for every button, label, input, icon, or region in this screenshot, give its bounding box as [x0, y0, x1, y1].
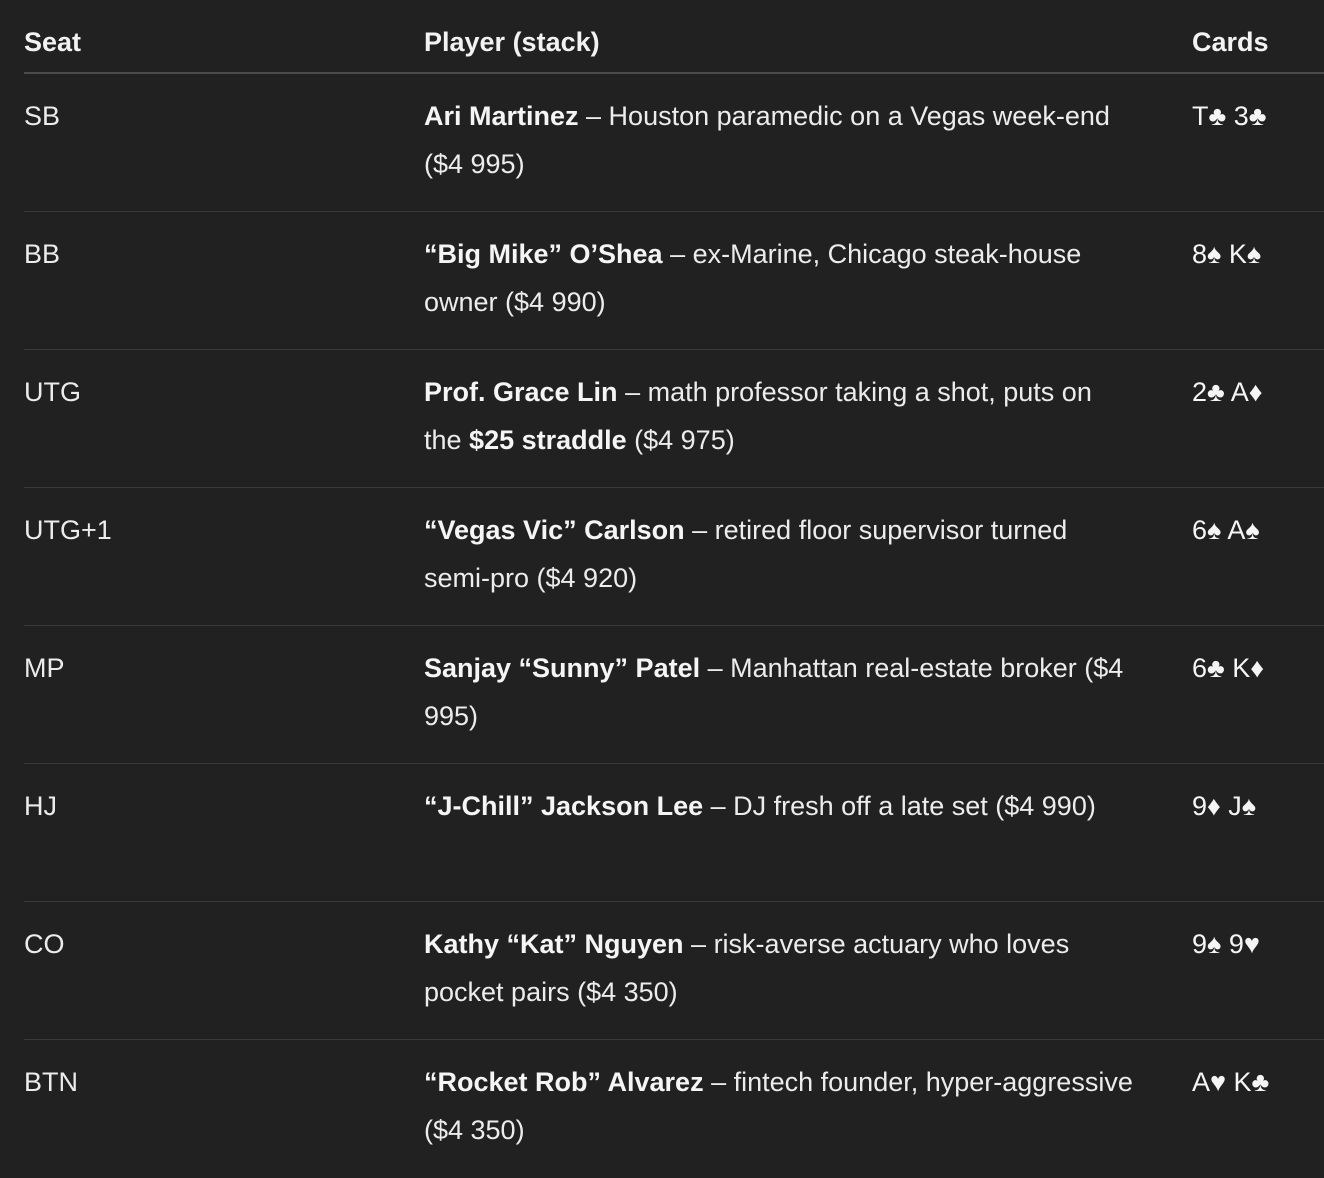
player-name: “J-Chill” Jackson Lee: [424, 791, 704, 821]
player-cell: Ari Martinez – Houston paramedic on a Ve…: [424, 92, 1134, 188]
player-name: “Rocket Rob” Alvarez: [424, 1067, 704, 1097]
player-name: Sanjay “Sunny” Patel: [424, 653, 701, 683]
table-row: UTG+1 “Vegas Vic” Carlson – retired floo…: [24, 488, 1324, 626]
player-cell: “Big Mike” O’Shea – ex-Marine, Chicago s…: [424, 230, 1134, 326]
table-row: HJ “J-Chill” Jackson Lee – DJ fresh off …: [24, 764, 1324, 902]
player-name: “Big Mike” O’Shea: [424, 239, 663, 269]
cards-cell: 6♣ K♦: [1192, 653, 1265, 683]
header-player: Player (stack): [424, 27, 600, 57]
player-cell: “J-Chill” Jackson Lee – DJ fresh off a l…: [424, 782, 1134, 830]
player-name: “Vegas Vic” Carlson: [424, 515, 685, 545]
player-name: Prof. Grace Lin: [424, 377, 618, 407]
table-row: BB “Big Mike” O’Shea – ex-Marine, Chicag…: [24, 212, 1324, 350]
player-name: Ari Martinez: [424, 101, 579, 131]
seat-cell: CO: [24, 929, 65, 959]
cards-cell: 2♣ A♦: [1192, 377, 1263, 407]
table-row: SB Ari Martinez – Houston paramedic on a…: [24, 74, 1324, 212]
player-desc-end: ($4 975): [626, 425, 735, 455]
seat-cell: BTN: [24, 1067, 78, 1097]
seat-cell: HJ: [24, 791, 57, 821]
player-cell: “Rocket Rob” Alvarez – fintech founder, …: [424, 1058, 1134, 1154]
seat-cell: UTG: [24, 377, 81, 407]
table-row: BTN “Rocket Rob” Alvarez – fintech found…: [24, 1040, 1324, 1178]
table-row: CO Kathy “Kat” Nguyen – risk-averse actu…: [24, 902, 1324, 1040]
players-table: Seat Player (stack) Cards SB Ari Martine…: [24, 0, 1324, 1178]
table-header: Seat Player (stack) Cards: [24, 0, 1324, 74]
seat-cell: UTG+1: [24, 515, 112, 545]
cards-cell: 6♠ A♠: [1192, 515, 1260, 545]
seat-cell: BB: [24, 239, 61, 269]
player-cell: Kathy “Kat” Nguyen – risk-averse actuary…: [424, 920, 1134, 1016]
cards-cell: 9♦ J♠: [1192, 791, 1257, 821]
cards-cell: T♣ 3♣: [1192, 101, 1267, 131]
player-name: Kathy “Kat” Nguyen: [424, 929, 684, 959]
cards-cell: 9♠ 9♥: [1192, 929, 1260, 959]
straddle-emphasis: $25 straddle: [469, 425, 627, 455]
table-row: UTG Prof. Grace Lin – math professor tak…: [24, 350, 1324, 488]
player-cell: Prof. Grace Lin – math professor taking …: [424, 368, 1134, 464]
table-row: MP Sanjay “Sunny” Patel – Manhattan real…: [24, 626, 1324, 764]
cards-cell: A♥ K♣: [1192, 1067, 1270, 1097]
seat-cell: SB: [24, 101, 61, 131]
seat-cell: MP: [24, 653, 65, 683]
cards-cell: 8♠ K♠: [1192, 239, 1262, 269]
player-desc: – DJ fresh off a late set ($4 990): [703, 791, 1096, 821]
header-seat: Seat: [24, 27, 82, 57]
player-cell: “Vegas Vic” Carlson – retired floor supe…: [424, 506, 1134, 602]
header-cards: Cards: [1192, 27, 1269, 57]
player-cell: Sanjay “Sunny” Patel – Manhattan real-es…: [424, 644, 1134, 740]
